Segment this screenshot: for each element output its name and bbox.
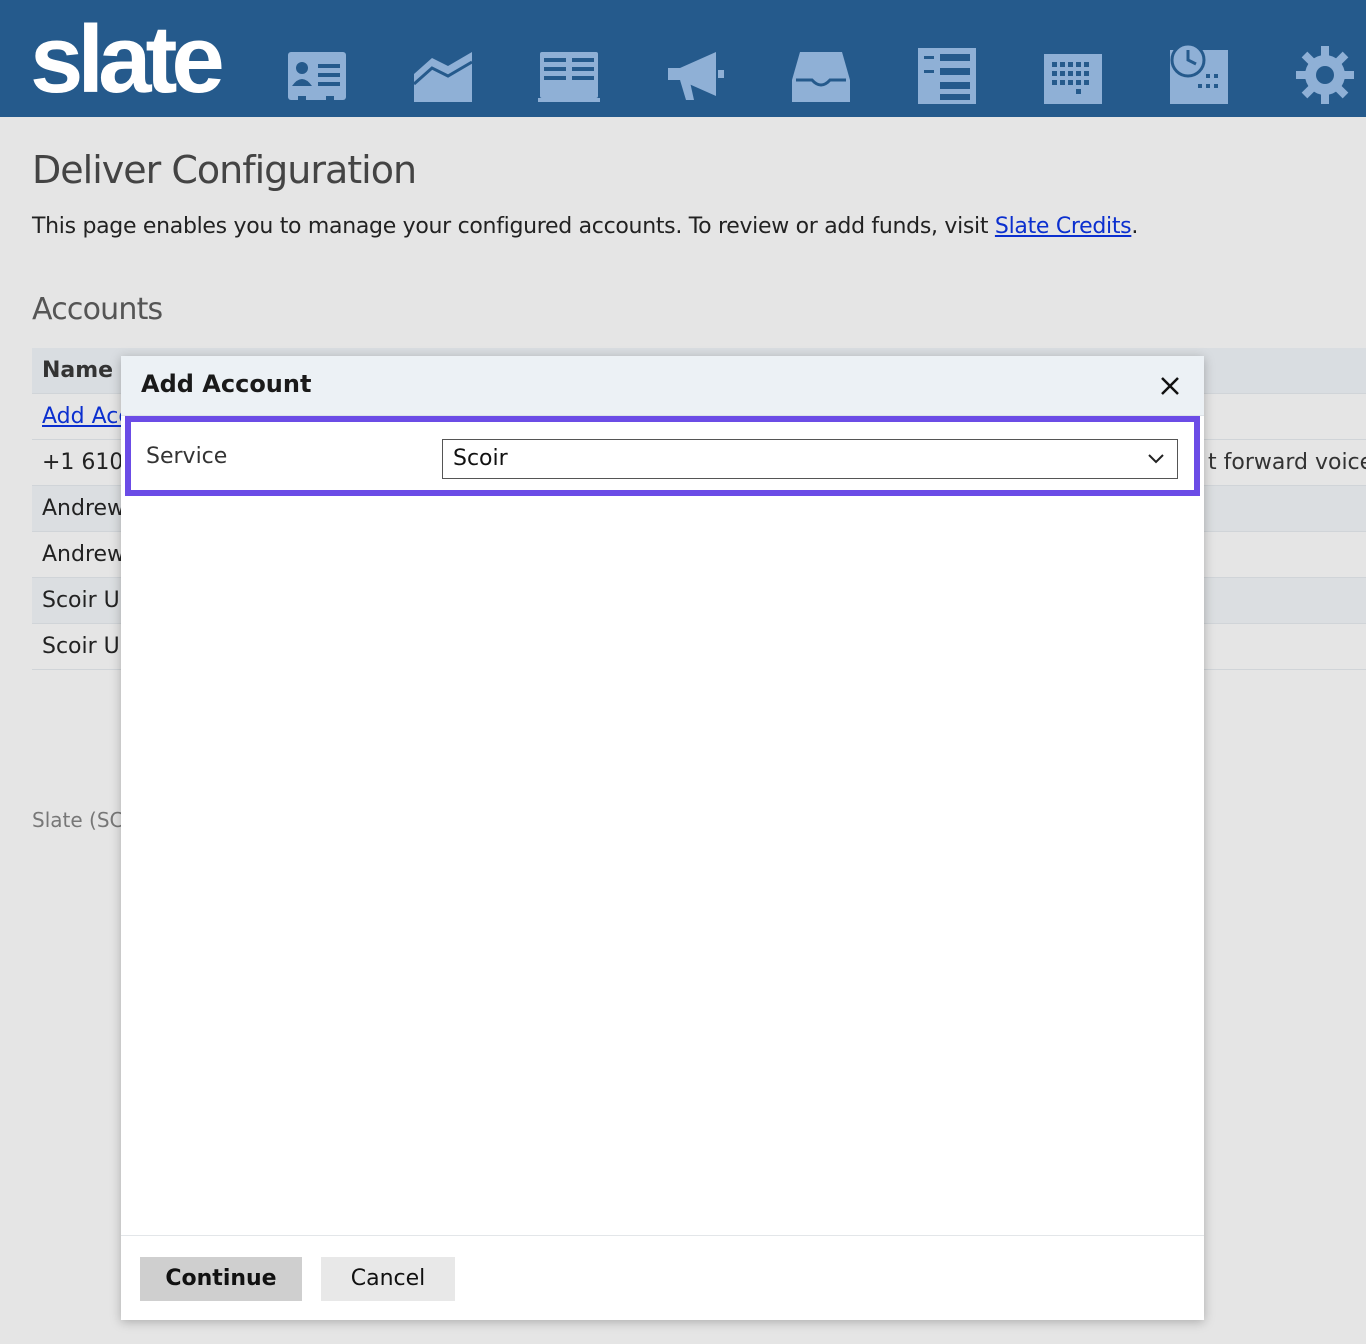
dialog-header: Add Account xyxy=(121,356,1204,416)
account-name[interactable]: Scoir Ur xyxy=(42,634,129,659)
service-selected-value: Scoir xyxy=(453,446,508,471)
top-navigation-bar: slate xyxy=(0,0,1366,117)
scheduler-icon[interactable] xyxy=(1168,42,1230,106)
dialog-title: Add Account xyxy=(141,370,312,398)
cancel-button[interactable]: Cancel xyxy=(321,1257,455,1301)
continue-button[interactable]: Continue xyxy=(140,1257,302,1301)
footer-text: Slate (SC xyxy=(32,808,124,832)
account-name[interactable]: Scoir U xyxy=(42,588,120,613)
close-icon[interactable] xyxy=(1156,372,1184,400)
add-account-link[interactable]: Add Acc xyxy=(42,404,130,429)
queries-icon[interactable] xyxy=(916,44,978,106)
description-suffix: . xyxy=(1131,214,1139,239)
page-title: Deliver Configuration xyxy=(32,148,417,192)
service-select[interactable]: Scoir xyxy=(442,439,1178,479)
reports-icon[interactable] xyxy=(412,44,474,106)
column-header-name[interactable]: Name xyxy=(42,358,113,383)
settings-icon[interactable] xyxy=(1294,44,1356,106)
dialog-footer: Continue Cancel xyxy=(121,1235,1204,1320)
account-name[interactable]: +1 610- xyxy=(42,450,131,475)
records-icon[interactable] xyxy=(286,44,348,106)
add-account-dialog: Add Account Service Scoir Continue Cance… xyxy=(121,356,1204,1320)
calendar-icon[interactable] xyxy=(1042,44,1104,106)
page-description: This page enables you to manage your con… xyxy=(32,214,1138,239)
slate-credits-link[interactable]: Slate Credits xyxy=(995,214,1132,239)
chevron-down-icon xyxy=(1148,454,1164,464)
account-description: t forward voice xyxy=(1208,450,1366,475)
forms-icon[interactable] xyxy=(538,44,600,106)
campaign-icon[interactable] xyxy=(664,44,726,106)
description-text: This page enables you to manage your con… xyxy=(32,214,995,239)
account-name[interactable]: Andrew xyxy=(42,496,125,521)
slate-logo[interactable]: slate xyxy=(30,4,225,116)
account-name[interactable]: Andrew xyxy=(42,542,125,567)
accounts-heading: Accounts xyxy=(32,292,163,327)
service-label: Service xyxy=(146,444,228,469)
inbox-icon[interactable] xyxy=(790,44,852,106)
